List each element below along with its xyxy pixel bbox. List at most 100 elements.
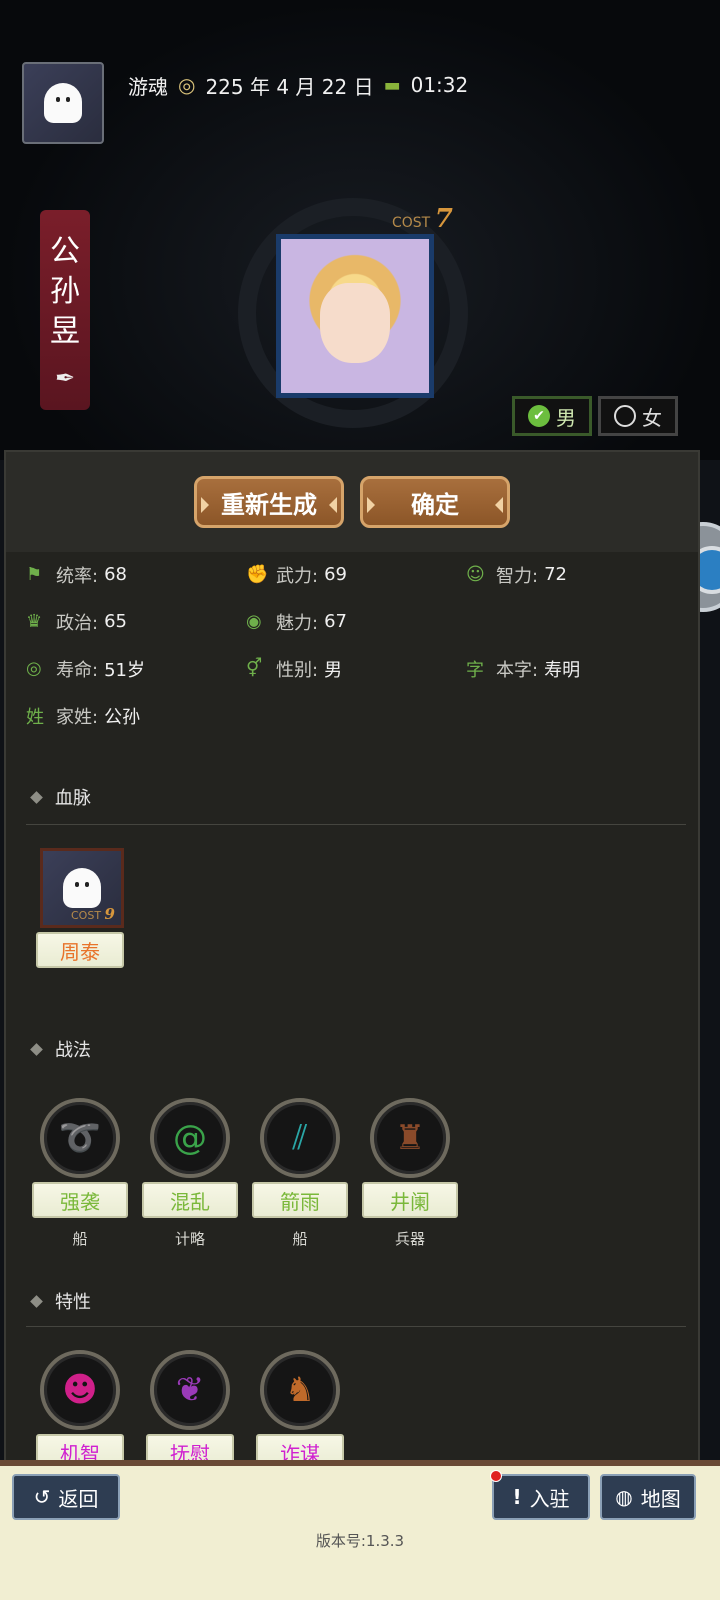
gender-label: 女: [642, 405, 662, 430]
version-text: 版本号:1.3.3: [315, 1532, 405, 1550]
xing-icon: 姓: [26, 706, 44, 728]
map-label: 地图: [640, 1486, 681, 1511]
character-portrait[interactable]: [276, 234, 434, 398]
clock-icon: ▬: [383, 74, 401, 96]
confusion-icon[interactable]: @: [150, 1098, 230, 1178]
bloodline-cost: COST 9: [71, 905, 115, 923]
regenerate-button[interactable]: 重新生成: [194, 476, 344, 528]
stat-value: 51岁: [104, 659, 145, 681]
section-title: 特性: [55, 1292, 91, 1313]
character-panel: 重新生成 确定 ⚑ 统率: 68 ✊ 武力: 69 ☺ 智力: 72 ♛ 政治: 65 ◉ 魅力:…: [4, 450, 700, 1470]
stat-value: 公孙: [104, 706, 141, 728]
stats-grid: ⚑ 统率: 68 ✊ 武力: 69 ☺ 智力: 72 ♛ 政治: 65 ◉ 魅力: 67 ◎ 寿命: 5…: [26, 562, 686, 728]
divider: [26, 824, 686, 825]
cost-value: 9: [104, 905, 115, 923]
cost-label: COST: [71, 909, 102, 922]
lifespan-icon: ◎: [26, 658, 42, 679]
station-button[interactable]: ! 入驻: [492, 1474, 590, 1520]
brain-icon: ☺: [466, 564, 485, 585]
arrow-rain-icon[interactable]: ⫽: [260, 1098, 340, 1178]
wit-icon[interactable]: ☻: [40, 1350, 120, 1430]
comfort-icon[interactable]: ❦: [150, 1350, 230, 1430]
diamond-icon: [30, 1294, 43, 1308]
section-title: 血脉: [55, 788, 91, 809]
stat-label: 本字:: [496, 659, 539, 681]
cost-value: 7: [434, 204, 453, 234]
player-name: 游魂: [128, 74, 168, 99]
stat-charm: ◉ 魅力: 67: [246, 609, 466, 634]
stat-intellect: ☺ 智力: 72: [466, 562, 686, 587]
tactic-type: 船: [72, 1230, 88, 1248]
siege-tower-icon[interactable]: ♜: [370, 1098, 450, 1178]
section-title: 战法: [55, 1040, 91, 1061]
tactic-tag[interactable]: 混乱: [142, 1182, 238, 1218]
stat-value: 寿明: [544, 659, 581, 681]
assault-icon[interactable]: ➰: [40, 1098, 120, 1178]
stat-label: 统率:: [56, 565, 99, 587]
bloodline-name-tag[interactable]: 周泰: [36, 932, 124, 968]
stat-politics: ♛ 政治: 65: [26, 609, 246, 634]
stat-label: 智力:: [496, 565, 539, 587]
confirm-button[interactable]: 确定: [360, 476, 510, 528]
game-date: 225 年 4 月 22 日: [205, 74, 374, 99]
eye-icon: ◉: [246, 611, 262, 632]
radio-empty-icon: [614, 405, 636, 427]
stat-value: 69: [324, 564, 347, 585]
bloodline-header: 血脉: [26, 782, 686, 812]
divider: [26, 1326, 686, 1327]
globe-icon: ◍: [615, 1485, 633, 1509]
player-avatar[interactable]: [22, 62, 104, 144]
stat-label: 魅力:: [276, 612, 319, 634]
gender-female-option[interactable]: 女: [598, 396, 678, 436]
stat-value: 72: [544, 564, 567, 585]
stat-lifespan: ◎ 寿命: 51岁: [26, 656, 246, 681]
back-arrow-icon: ↺: [33, 1485, 51, 1509]
exclamation-icon: !: [512, 1485, 522, 1509]
cost-label: COST: [392, 215, 431, 231]
stat-label: 家姓:: [56, 706, 99, 728]
calendar-icon: ◎: [178, 73, 196, 97]
name-banner[interactable]: 公 孙 昱 ✒: [40, 210, 90, 410]
action-row: 重新生成 确定: [6, 452, 698, 552]
tactic-tag[interactable]: 井阑: [362, 1182, 458, 1218]
tactic-type: 船: [292, 1230, 308, 1248]
stat-value: 男: [324, 659, 343, 681]
stat-courtesy-name: 字本字: 寿明: [466, 656, 686, 681]
stat-surname: 姓家姓: 公孙: [26, 703, 246, 728]
traits-header: 特性: [26, 1286, 686, 1316]
bottom-bar: ↺ 返回 ! 入驻 ◍ 地图 版本号:1.3.3: [0, 1460, 720, 1600]
game-time: 01:32: [410, 73, 469, 97]
zi-icon: 字: [466, 659, 484, 681]
portrait-cost: COST 7: [392, 204, 453, 234]
gender-label: 男: [556, 405, 576, 430]
stat-label: 性别:: [276, 659, 319, 681]
stat-label: 武力:: [276, 565, 319, 587]
map-button[interactable]: ◍ 地图: [600, 1474, 696, 1520]
stat-value: 67: [324, 611, 347, 632]
character-header: 游魂 ◎ 225 年 4 月 22 日 ▬ 01:32 公 孙 昱 ✒ COST…: [0, 0, 720, 460]
header-info: 游魂 ◎ 225 年 4 月 22 日 ▬ 01:32: [128, 70, 468, 100]
diamond-icon: [30, 790, 43, 804]
stat-value: 68: [104, 564, 127, 585]
ghost-icon: [63, 868, 101, 908]
name-char: 公: [50, 234, 80, 269]
back-label: 返回: [58, 1486, 99, 1511]
back-button[interactable]: ↺ 返回: [12, 1474, 120, 1520]
arm-icon: ✊: [246, 564, 269, 585]
name-char: 昱: [50, 314, 80, 349]
politics-icon: ♛: [26, 611, 43, 632]
gender-male-option[interactable]: ✔ 男: [512, 396, 592, 436]
flag-icon: ⚑: [26, 564, 43, 585]
name-char: 孙: [50, 274, 80, 309]
tactic-tag[interactable]: 箭雨: [252, 1182, 348, 1218]
check-icon: ✔: [528, 405, 550, 427]
feather-edit-icon: ✒: [54, 364, 76, 392]
stat-label: 政治:: [56, 612, 99, 634]
ghost-icon: [44, 83, 82, 123]
tactic-tag[interactable]: 强袭: [32, 1182, 128, 1218]
stat-value: 65: [104, 611, 127, 632]
stat-gender: ⚥ 性别: 男: [246, 656, 466, 681]
tactics-header: 战法: [26, 1034, 686, 1064]
bloodline-card[interactable]: COST 9: [40, 848, 124, 928]
scheme-icon[interactable]: ♞: [260, 1350, 340, 1430]
